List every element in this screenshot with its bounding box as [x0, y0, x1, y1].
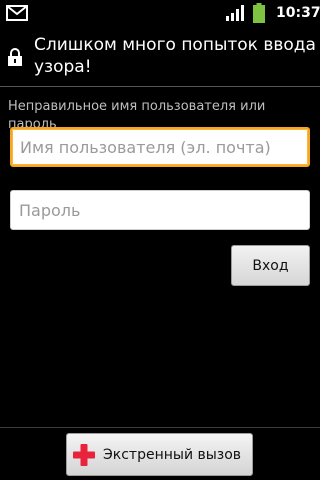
lock-header: Слишком много попыток ввода узора!: [0, 34, 320, 84]
clock: 10:37: [276, 5, 320, 21]
plus-icon: [73, 443, 95, 466]
password-input[interactable]: [10, 190, 310, 230]
signal-icon: [226, 5, 244, 21]
emergency-call-button[interactable]: Экстренный вызов: [66, 433, 253, 476]
battery-icon: [253, 3, 265, 23]
username-input[interactable]: [10, 127, 310, 167]
page-title: Слишком много попыток ввода узора!: [34, 35, 316, 77]
lock-icon: [8, 48, 22, 66]
mail-icon: [6, 5, 28, 21]
footer-divider: [0, 427, 320, 428]
status-bar: 10:37: [0, 0, 320, 25]
header-divider: [0, 86, 320, 87]
emergency-call-label: Экстренный вызов: [103, 446, 242, 463]
login-button[interactable]: Вход: [231, 245, 310, 286]
